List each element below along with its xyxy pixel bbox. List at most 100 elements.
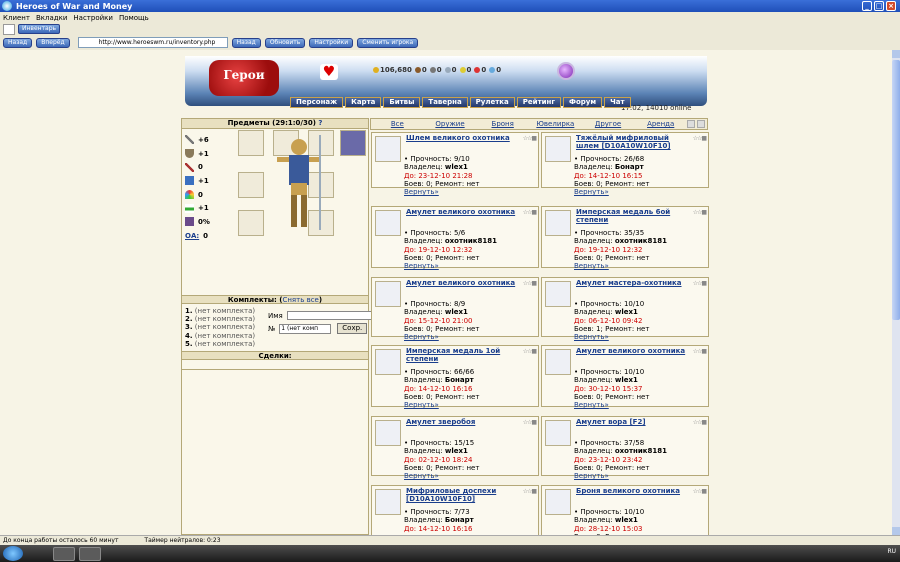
item-tools-icon[interactable]: ☆☆■ [523,280,537,287]
menu-tabs[interactable]: Вкладки [36,14,67,22]
tab-inventory[interactable]: Инвентарь [18,24,61,34]
close-icon[interactable]: × [886,1,896,11]
item-image[interactable] [545,349,571,375]
return-item-link[interactable]: Вернуть» [574,188,708,196]
item-tools-icon[interactable]: ☆☆■ [523,488,537,495]
return-item-link[interactable]: Вернуть» [574,401,708,409]
game-logo[interactable]: Герои [209,60,279,96]
minimize-icon[interactable]: _ [862,1,872,11]
item-name-link[interactable]: Мифриловые доспехи [D10A10W10F10] [406,487,518,503]
clear-sets-link[interactable]: Снять все [282,296,318,304]
item-tools-icon[interactable]: ☆☆■ [693,348,707,355]
slot-ring[interactable] [238,172,264,198]
item-image[interactable] [375,210,401,236]
tab-rent[interactable]: Аренда [634,120,687,128]
star-filter-icon[interactable] [687,120,696,128]
item-name-link[interactable]: Имперская медаль 1ой степени [406,347,518,363]
page-scrollbar[interactable] [892,50,900,535]
item-tools-icon[interactable]: ☆☆■ [523,419,537,426]
item-image[interactable] [375,420,401,446]
item-name-link[interactable]: Амулет великого охотника [406,208,518,217]
return-item-link[interactable]: Вернуть» [574,333,708,341]
return-item-link[interactable]: Вернуть» [404,262,538,270]
tab-jewelry[interactable]: Ювелирка [529,120,582,128]
item-image[interactable] [375,136,401,162]
item-tools-icon[interactable]: ☆☆■ [693,419,707,426]
nav-rating[interactable]: Рейтинг [516,97,562,108]
tab-other[interactable]: Другое [582,120,635,128]
item-image[interactable] [545,489,571,515]
help-link[interactable]: ? [318,119,322,127]
item-image[interactable] [375,489,401,515]
new-page-icon[interactable] [3,23,15,35]
item-image[interactable] [375,281,401,307]
item-name-link[interactable]: Шлем великого охотника [406,134,518,143]
item-image[interactable] [375,349,401,375]
nav-chat[interactable]: Чат [604,97,631,108]
item-name-link[interactable]: Тяжёлый мифриловый шлем [D10A10W10F10] [576,134,688,150]
nav-battles[interactable]: Битвы [383,97,421,108]
item-name-link[interactable]: Амулет мастера-охотника [576,279,688,288]
nav-roulette[interactable]: Рулетка [469,97,515,108]
set-item[interactable]: 2. (нет комплекта) [185,315,255,323]
scroll-up-icon[interactable] [892,50,900,58]
tab-weapons[interactable]: Оружие [424,120,477,128]
item-name-link[interactable]: Амулет вора [F2] [576,418,688,427]
item-image[interactable] [545,281,571,307]
tab-armor[interactable]: Броня [476,120,529,128]
item-name-link[interactable]: Амулет великого охотника [406,279,518,288]
tray-language[interactable]: RU [887,548,896,555]
item-image[interactable] [545,136,571,162]
scroll-down-icon[interactable] [892,527,900,535]
menu-client[interactable]: Клиент [3,14,30,22]
item-name-link[interactable]: Имперская медаль 6ой степени [576,208,688,224]
set-number-select[interactable]: 1 (нет комп [279,323,332,334]
save-set-button[interactable]: Сохр. [337,323,368,334]
slot-book[interactable] [340,130,366,156]
scroll-thumb[interactable] [892,60,900,320]
back-button[interactable]: Назад [3,37,33,48]
nav-map[interactable]: Карта [345,97,382,108]
return-item-link[interactable]: Вернуть» [404,188,538,196]
return-item-link[interactable]: Вернуть» [574,262,708,270]
toolbar-btn-back[interactable]: Назад [231,37,261,48]
nav-forum[interactable]: Форум [563,97,603,108]
set-item[interactable]: 5. (нет комплекта) [185,340,255,348]
slot-weapon[interactable] [238,210,264,236]
set-item[interactable]: 3. (нет комплекта) [185,323,255,331]
item-tools-icon[interactable]: ☆☆■ [693,280,707,287]
slot-necklace[interactable] [238,130,264,156]
settings-button[interactable]: Настройки [309,37,354,48]
item-tools-icon[interactable]: ☆☆■ [693,135,707,142]
taskbar-app[interactable] [79,546,101,561]
return-item-link[interactable]: Вернуть» [404,333,538,341]
set-item[interactable]: 1. (нет комплекта) [185,307,255,315]
sort-icon[interactable] [697,120,706,128]
return-item-link[interactable]: Вернуть» [404,401,538,409]
start-button[interactable] [3,546,23,561]
tab-all[interactable]: Все [371,120,424,128]
item-name-link[interactable]: Амулет великого охотника [576,347,688,356]
item-image[interactable] [545,420,571,446]
return-item-link[interactable]: Вернуть» [404,472,538,480]
return-item-link[interactable]: Вернуть» [574,472,708,480]
item-name-link[interactable]: Амулет зверобоя [406,418,518,427]
nav-character[interactable]: Персонаж [290,97,344,108]
item-tools-icon[interactable]: ☆☆■ [523,135,537,142]
taskbar-app[interactable] [53,546,75,561]
item-tools-icon[interactable]: ☆☆■ [523,348,537,355]
switch-player-button[interactable]: Сменить игрока [357,37,419,48]
menu-settings[interactable]: Настройки [73,14,113,22]
item-tools-icon[interactable]: ☆☆■ [523,209,537,216]
item-image[interactable] [545,210,571,236]
maximize-icon[interactable]: □ [874,1,884,11]
item-name-link[interactable]: Броня великого охотника [576,487,688,496]
set-name-input[interactable] [286,311,373,320]
menu-help[interactable]: Помощь [119,14,149,22]
nav-tavern[interactable]: Таверна [422,97,468,108]
item-tools-icon[interactable]: ☆☆■ [693,488,707,495]
set-item[interactable]: 4. (нет комплекта) [185,332,255,340]
url-input[interactable]: http://www.heroeswm.ru/inventory.php [77,37,228,48]
item-tools-icon[interactable]: ☆☆■ [693,209,707,216]
forward-button[interactable]: Вперёд [36,37,70,48]
